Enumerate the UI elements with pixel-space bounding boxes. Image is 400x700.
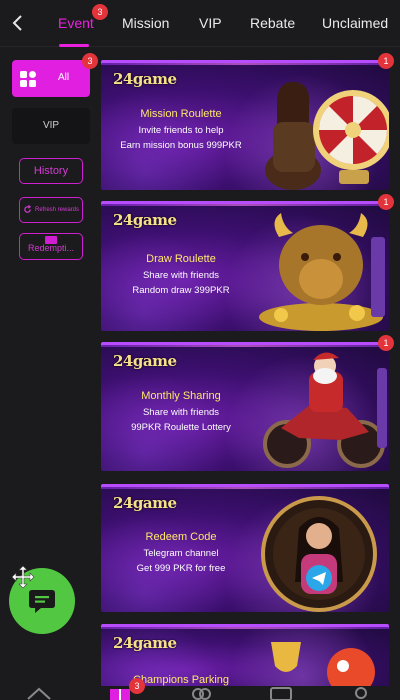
sidebar-item-vip[interactable]: VIP: [12, 108, 90, 144]
back-button[interactable]: [6, 10, 30, 36]
refresh-rewards-label: Refresh rewards: [34, 206, 79, 213]
card-line-1: Invite friends to help: [138, 125, 224, 136]
home-icon[interactable]: [26, 686, 52, 700]
history-button[interactable]: History: [19, 158, 83, 184]
card-line-2: Earn mission bonus 999PKR: [120, 140, 242, 151]
active-tab-indicator: [59, 44, 89, 47]
card-line-2: Get 999 PKR for free: [136, 563, 226, 574]
tab-unclaimed[interactable]: Unclaimed: [322, 15, 388, 31]
bottom-gift-badge: 3: [129, 678, 145, 694]
card-title: Champions Parking: [133, 674, 229, 686]
profile-icon[interactable]: [348, 686, 374, 700]
top-nav: Event 3 Mission VIP Rebate Unclaimed: [0, 0, 400, 47]
tab-rebate[interactable]: Rebate: [250, 15, 295, 31]
refresh-icon: [24, 205, 32, 213]
card-line-1: Share with friends: [142, 407, 220, 418]
people-icon[interactable]: [188, 686, 214, 700]
card-title: Draw Roulette: [146, 253, 216, 265]
event-card-draw-roulette[interactable]: 24game Draw Roulette Share with friends …: [101, 201, 389, 331]
sidebar-item-all-label: All: [58, 72, 70, 83]
sidebar-all-badge: 3: [82, 53, 98, 69]
event-card-mission-roulette[interactable]: 24game Mission Roulette Invite friends t…: [101, 60, 389, 190]
tab-vip[interactable]: VIP: [199, 15, 222, 31]
drag-move-icon[interactable]: [10, 564, 36, 590]
bottom-nav: 3: [0, 678, 400, 700]
golden-bull-illustration: [259, 213, 385, 331]
chat-bubble-icon: [29, 590, 55, 613]
card-line-2: 99PKR Roulette Lottery: [131, 422, 231, 433]
grid-icon: [20, 71, 36, 87]
brand-logo: 24game: [113, 634, 177, 652]
brand-logo: 24game: [113, 494, 177, 512]
event-card-monthly-sharing[interactable]: 24game Monthly Sharing Share with friend…: [101, 342, 389, 471]
card-line-2: Random draw 399PKR: [132, 285, 230, 296]
card-badge: 1: [378, 194, 394, 210]
wallet-icon[interactable]: [268, 686, 294, 700]
tab-event[interactable]: Event: [58, 15, 94, 31]
card-badge: 1: [378, 335, 394, 351]
santa-motorcycle-illustration: [263, 352, 387, 468]
redemption-label: Redempti...: [27, 243, 75, 253]
tab-mission[interactable]: Mission: [122, 15, 169, 31]
brand-logo: 24game: [113, 352, 177, 370]
card-title: Redeem Code: [145, 531, 217, 543]
card-title: Mission Roulette: [140, 108, 222, 120]
brand-logo: 24game: [113, 211, 177, 229]
card-badge: 1: [378, 53, 394, 69]
chevron-left-icon: [12, 15, 22, 31]
tab-event-badge: 3: [92, 4, 108, 20]
card-title: Monthly Sharing: [141, 390, 221, 402]
card-line-1: Share with friends: [142, 270, 220, 281]
redemption-button[interactable]: Redempti...: [19, 233, 83, 260]
sidebar-item-all[interactable]: All: [12, 60, 90, 97]
event-card-redeem-code[interactable]: 24game Redeem Code Telegram channel Get …: [101, 484, 389, 612]
roulette-wheel-illustration: [265, 81, 389, 190]
refresh-rewards-button[interactable]: Refresh rewards: [19, 197, 83, 223]
brand-logo: 24game: [113, 70, 177, 88]
telegram-roulette-illustration: [261, 496, 377, 612]
card-line-1: Telegram channel: [143, 548, 219, 559]
